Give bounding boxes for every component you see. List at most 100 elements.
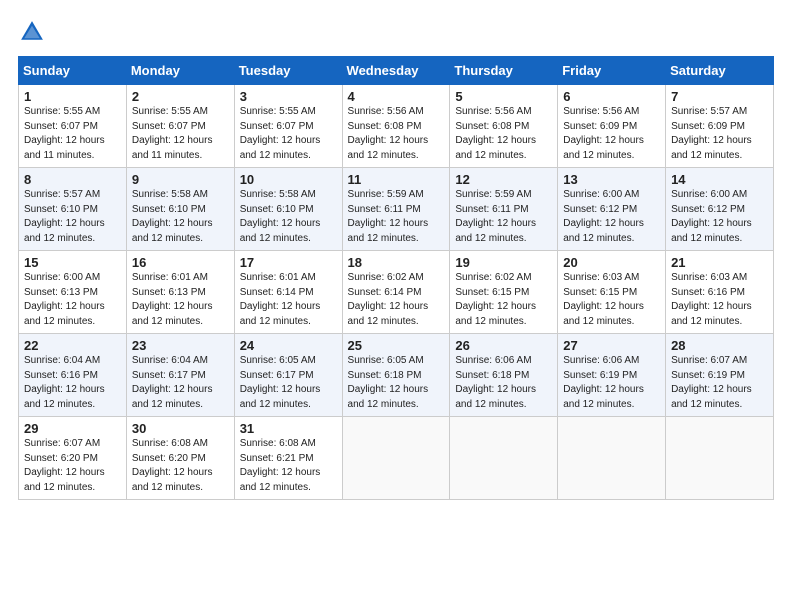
daylight-label: Daylight: 12 hours (24, 301, 105, 312)
sunrise-label: Sunrise: 5:58 AM (240, 189, 316, 200)
sunrise-label: Sunrise: 6:05 AM (240, 355, 316, 366)
sunset-label: Sunset: 6:20 PM (132, 453, 206, 464)
calendar-week-row: 8 Sunrise: 5:57 AM Sunset: 6:10 PM Dayli… (19, 168, 774, 251)
day-of-week-header: Monday (126, 57, 234, 85)
daylight-label: Daylight: 12 hours (132, 301, 213, 312)
sunrise-label: Sunrise: 6:03 AM (563, 272, 639, 283)
day-info: Sunrise: 5:58 AM Sunset: 6:10 PM Dayligh… (132, 188, 229, 246)
daylight-minutes: and 12 minutes. (132, 399, 203, 410)
calendar-day-cell: 22 Sunrise: 6:04 AM Sunset: 6:16 PM Dayl… (19, 334, 127, 417)
sunrise-label: Sunrise: 5:55 AM (240, 106, 316, 117)
calendar-day-cell: 15 Sunrise: 6:00 AM Sunset: 6:13 PM Dayl… (19, 251, 127, 334)
daylight-label: Daylight: 12 hours (563, 301, 644, 312)
sunset-label: Sunset: 6:18 PM (455, 370, 529, 381)
sunset-label: Sunset: 6:18 PM (348, 370, 422, 381)
sunset-label: Sunset: 6:12 PM (671, 204, 745, 215)
calendar-day-cell: 9 Sunrise: 5:58 AM Sunset: 6:10 PM Dayli… (126, 168, 234, 251)
daylight-label: Daylight: 12 hours (455, 301, 536, 312)
daylight-label: Daylight: 12 hours (455, 384, 536, 395)
day-info: Sunrise: 5:58 AM Sunset: 6:10 PM Dayligh… (240, 188, 337, 246)
day-of-week-header: Sunday (19, 57, 127, 85)
day-number: 14 (671, 172, 768, 187)
sunset-label: Sunset: 6:17 PM (132, 370, 206, 381)
calendar-day-cell: 19 Sunrise: 6:02 AM Sunset: 6:15 PM Dayl… (450, 251, 558, 334)
daylight-minutes: and 12 minutes. (671, 316, 742, 327)
sunset-label: Sunset: 6:16 PM (24, 370, 98, 381)
daylight-label: Daylight: 12 hours (24, 135, 105, 146)
sunrise-label: Sunrise: 5:55 AM (24, 106, 100, 117)
calendar-day-cell (342, 417, 450, 500)
daylight-minutes: and 12 minutes. (24, 482, 95, 493)
day-info: Sunrise: 6:06 AM Sunset: 6:19 PM Dayligh… (563, 354, 660, 412)
sunset-label: Sunset: 6:08 PM (455, 121, 529, 132)
calendar-day-cell: 3 Sunrise: 5:55 AM Sunset: 6:07 PM Dayli… (234, 85, 342, 168)
day-of-week-row: SundayMondayTuesdayWednesdayThursdayFrid… (19, 57, 774, 85)
daylight-minutes: and 12 minutes. (24, 233, 95, 244)
day-info: Sunrise: 5:59 AM Sunset: 6:11 PM Dayligh… (348, 188, 445, 246)
daylight-minutes: and 12 minutes. (348, 233, 419, 244)
day-number: 2 (132, 89, 229, 104)
daylight-label: Daylight: 12 hours (240, 135, 321, 146)
sunrise-label: Sunrise: 6:07 AM (671, 355, 747, 366)
day-number: 29 (24, 421, 121, 436)
sunrise-label: Sunrise: 5:56 AM (563, 106, 639, 117)
day-number: 16 (132, 255, 229, 270)
calendar-table: SundayMondayTuesdayWednesdayThursdayFrid… (18, 56, 774, 500)
daylight-label: Daylight: 12 hours (24, 384, 105, 395)
day-info: Sunrise: 6:00 AM Sunset: 6:12 PM Dayligh… (671, 188, 768, 246)
daylight-label: Daylight: 12 hours (240, 467, 321, 478)
day-info: Sunrise: 5:57 AM Sunset: 6:09 PM Dayligh… (671, 105, 768, 163)
day-number: 10 (240, 172, 337, 187)
day-number: 26 (455, 338, 552, 353)
daylight-minutes: and 12 minutes. (240, 316, 311, 327)
daylight-label: Daylight: 12 hours (132, 384, 213, 395)
daylight-label: Daylight: 12 hours (671, 384, 752, 395)
calendar-day-cell: 23 Sunrise: 6:04 AM Sunset: 6:17 PM Dayl… (126, 334, 234, 417)
daylight-minutes: and 12 minutes. (24, 399, 95, 410)
calendar-day-cell: 7 Sunrise: 5:57 AM Sunset: 6:09 PM Dayli… (666, 85, 774, 168)
daylight-minutes: and 12 minutes. (240, 150, 311, 161)
sunset-label: Sunset: 6:14 PM (348, 287, 422, 298)
daylight-minutes: and 12 minutes. (671, 233, 742, 244)
sunrise-label: Sunrise: 6:08 AM (132, 438, 208, 449)
daylight-minutes: and 12 minutes. (24, 316, 95, 327)
calendar-day-cell: 27 Sunrise: 6:06 AM Sunset: 6:19 PM Dayl… (558, 334, 666, 417)
day-info: Sunrise: 6:05 AM Sunset: 6:17 PM Dayligh… (240, 354, 337, 412)
day-number: 8 (24, 172, 121, 187)
sunset-label: Sunset: 6:13 PM (24, 287, 98, 298)
day-info: Sunrise: 6:01 AM Sunset: 6:13 PM Dayligh… (132, 271, 229, 329)
sunset-label: Sunset: 6:16 PM (671, 287, 745, 298)
day-info: Sunrise: 6:03 AM Sunset: 6:16 PM Dayligh… (671, 271, 768, 329)
day-number: 30 (132, 421, 229, 436)
sunrise-label: Sunrise: 6:04 AM (24, 355, 100, 366)
daylight-minutes: and 12 minutes. (563, 233, 634, 244)
day-number: 3 (240, 89, 337, 104)
day-number: 28 (671, 338, 768, 353)
sunset-label: Sunset: 6:11 PM (348, 204, 421, 215)
day-number: 20 (563, 255, 660, 270)
calendar-day-cell: 8 Sunrise: 5:57 AM Sunset: 6:10 PM Dayli… (19, 168, 127, 251)
header (18, 18, 774, 46)
day-info: Sunrise: 6:06 AM Sunset: 6:18 PM Dayligh… (455, 354, 552, 412)
sunrise-label: Sunrise: 5:58 AM (132, 189, 208, 200)
sunset-label: Sunset: 6:10 PM (132, 204, 206, 215)
day-of-week-header: Saturday (666, 57, 774, 85)
sunset-label: Sunset: 6:15 PM (563, 287, 637, 298)
daylight-label: Daylight: 12 hours (132, 467, 213, 478)
calendar-day-cell: 16 Sunrise: 6:01 AM Sunset: 6:13 PM Dayl… (126, 251, 234, 334)
day-number: 6 (563, 89, 660, 104)
sunset-label: Sunset: 6:10 PM (240, 204, 314, 215)
daylight-label: Daylight: 12 hours (240, 384, 321, 395)
day-number: 24 (240, 338, 337, 353)
calendar-day-cell: 25 Sunrise: 6:05 AM Sunset: 6:18 PM Dayl… (342, 334, 450, 417)
daylight-minutes: and 12 minutes. (671, 150, 742, 161)
sunrise-label: Sunrise: 5:59 AM (348, 189, 424, 200)
sunset-label: Sunset: 6:12 PM (563, 204, 637, 215)
day-info: Sunrise: 6:02 AM Sunset: 6:14 PM Dayligh… (348, 271, 445, 329)
calendar-day-cell: 6 Sunrise: 5:56 AM Sunset: 6:09 PM Dayli… (558, 85, 666, 168)
day-number: 7 (671, 89, 768, 104)
calendar-body: 1 Sunrise: 5:55 AM Sunset: 6:07 PM Dayli… (19, 85, 774, 500)
sunset-label: Sunset: 6:13 PM (132, 287, 206, 298)
daylight-label: Daylight: 12 hours (240, 218, 321, 229)
day-info: Sunrise: 5:57 AM Sunset: 6:10 PM Dayligh… (24, 188, 121, 246)
